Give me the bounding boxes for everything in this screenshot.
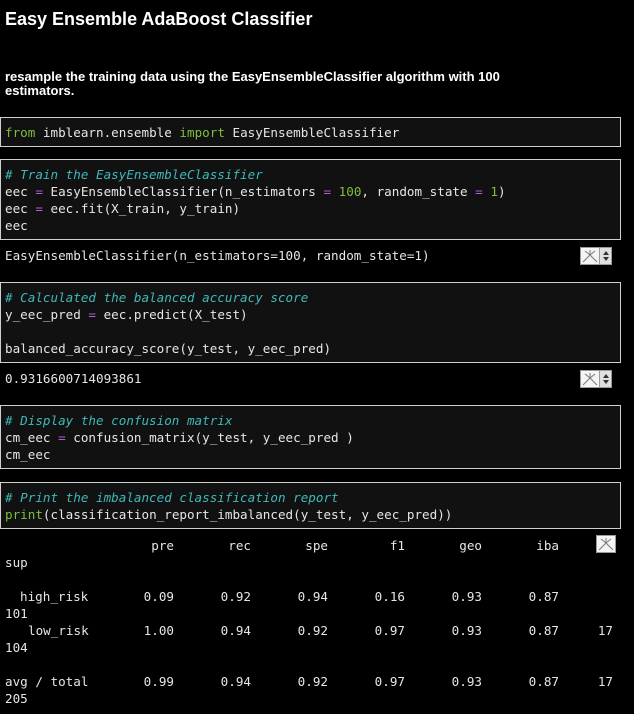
number-literal: 100 xyxy=(338,184,362,199)
keyword: import xyxy=(179,125,225,140)
code-line: from imblearn.ensemble import EasyEnsemb… xyxy=(1,118,620,141)
operator: = xyxy=(35,184,43,199)
code-text: eec.predict(X_test) xyxy=(96,307,248,322)
operator: = xyxy=(88,307,96,322)
notebook-description: resample the training data using the Eas… xyxy=(5,69,500,98)
report-row-label: avg / total xyxy=(5,674,89,689)
code-cell-report[interactable]: # Print the imbalanced classification re… xyxy=(0,482,621,529)
scroll-expand-icon[interactable] xyxy=(596,535,616,553)
report-cell: 0.97 xyxy=(374,623,405,638)
report-cell: 0.94 xyxy=(297,589,328,604)
code-text: eec xyxy=(5,218,28,233)
report-cell: 0.93 xyxy=(451,674,482,689)
report-cell: 0.94 xyxy=(220,674,251,689)
code-text: , random_state xyxy=(361,184,476,199)
report-header-rec: rec xyxy=(228,538,251,553)
output-controls[interactable] xyxy=(596,535,616,553)
report-cell: 1.00 xyxy=(143,623,174,638)
scroll-expand-icon[interactable] xyxy=(580,247,600,265)
report-row-label: low_risk xyxy=(28,623,89,638)
report-header-iba: iba xyxy=(536,538,559,553)
code-text: (classification_report_imbalanced(y_test… xyxy=(42,507,453,522)
code-block: # Calculated the balanced accuracy score… xyxy=(1,283,620,357)
report-cell-sup: 101 xyxy=(5,606,28,621)
code-text: cm_eec xyxy=(5,447,51,462)
report-cell: 0.93 xyxy=(451,623,482,638)
output-controls[interactable] xyxy=(580,247,612,265)
report-cell: 0.94 xyxy=(220,623,251,638)
code-text: ) xyxy=(497,184,506,199)
report-cell: 0.87 xyxy=(528,589,559,604)
code-comment: # Calculated the balanced accuracy score xyxy=(5,290,309,305)
code-block: # Display the confusion matrix cm_eec = … xyxy=(1,406,620,463)
report-header-spe: spe xyxy=(305,538,328,553)
builtin-function: print xyxy=(5,507,43,522)
report-cell: 0.87 xyxy=(528,623,559,638)
report-cell: 0.99 xyxy=(143,674,174,689)
code-text: eec xyxy=(5,201,36,216)
spinner-arrows-icon[interactable] xyxy=(600,370,612,388)
report-cell-trail: 17 xyxy=(597,623,613,638)
keyword: from xyxy=(5,125,36,140)
operator: = xyxy=(35,201,43,216)
code-text: EasyEnsembleClassifier(n_estimators xyxy=(42,184,324,199)
code-text: eec.fit(X_train, y_train) xyxy=(42,201,241,216)
code-text: y_eec_pred xyxy=(5,307,89,322)
output-controls[interactable] xyxy=(580,370,612,388)
scroll-expand-icon[interactable] xyxy=(580,370,600,388)
report-cell: 0.97 xyxy=(374,674,405,689)
code-block: # Print the imbalanced classification re… xyxy=(1,483,620,523)
code-text: EasyEnsembleClassifier xyxy=(224,125,400,140)
report-cell-sup: 205 xyxy=(5,691,28,706)
number-literal: 1 xyxy=(490,184,498,199)
code-cell-confusion[interactable]: # Display the confusion matrix cm_eec = … xyxy=(0,405,621,469)
code-cell-train[interactable]: # Train the EasyEnsembleClassifier eec =… xyxy=(0,159,621,240)
report-row-label: high_risk xyxy=(20,589,89,604)
report-cell: 0.92 xyxy=(220,589,251,604)
code-cell-accuracy[interactable]: # Calculated the balanced accuracy score… xyxy=(0,282,621,363)
code-block: # Train the EasyEnsembleClassifier eec =… xyxy=(1,160,620,234)
code-text: eec xyxy=(5,184,36,199)
report-cell: 0.92 xyxy=(297,623,328,638)
report-header-f1: f1 xyxy=(389,538,405,553)
code-cell-import[interactable]: from imblearn.ensemble import EasyEnsemb… xyxy=(0,117,621,147)
spinner-arrows-icon[interactable] xyxy=(600,247,612,265)
report-cell-trail: 17 xyxy=(597,674,613,689)
report-header-geo: geo xyxy=(459,538,482,553)
code-comment: # Display the confusion matrix xyxy=(5,413,233,428)
report-cell-sup: 104 xyxy=(5,640,28,655)
operator: = xyxy=(323,184,332,199)
report-cell: 0.16 xyxy=(374,589,405,604)
operator: = xyxy=(475,184,483,199)
code-text: balanced_accuracy_score(y_test, y_eec_pr… xyxy=(5,341,332,356)
operator: = xyxy=(58,430,66,445)
report-cell: 0.92 xyxy=(297,674,328,689)
code-text: cm_eec xyxy=(5,430,59,445)
report-header-pre: pre xyxy=(151,538,174,553)
code-text: confusion_matrix(y_test, y_eec_pred ) xyxy=(65,430,354,445)
code-comment: # Print the imbalanced classification re… xyxy=(5,490,339,505)
report-header-sup: sup xyxy=(5,555,28,570)
notebook-heading: Easy Ensemble AdaBoost Classifier xyxy=(5,9,313,29)
code-comment: # Train the EasyEnsembleClassifier xyxy=(5,167,263,182)
report-cell: 0.09 xyxy=(143,589,174,604)
cell-output-accuracy: 0.9316600714093861 xyxy=(5,371,142,386)
report-cell: 0.87 xyxy=(528,674,559,689)
report-cell: 0.93 xyxy=(451,589,482,604)
code-text: imblearn.ensemble xyxy=(35,125,180,140)
cell-output-train: EasyEnsembleClassifier(n_estimators=100,… xyxy=(5,248,430,263)
